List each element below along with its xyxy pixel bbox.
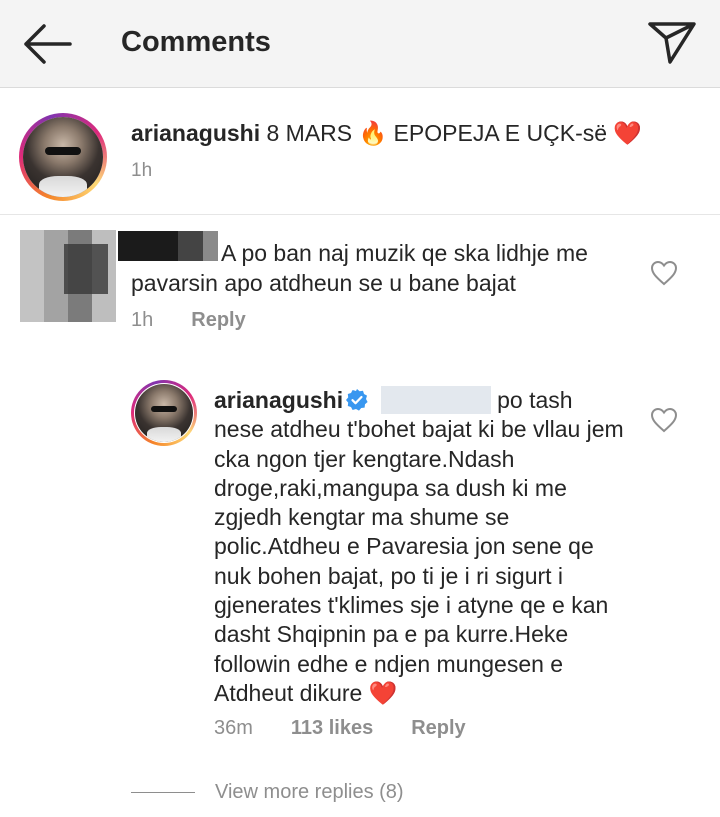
back-button[interactable] [20,20,76,68]
reply-avatar[interactable] [131,380,197,446]
reply-username[interactable]: arianagushi [214,387,343,413]
caption-timestamp: 1h [131,160,153,181]
blurred-mention[interactable] [381,386,492,414]
blurred-avatar[interactable] [20,230,116,322]
comments-screen: Comments arianagushi 8 MARS 🔥 EPOPEJA E … [0,0,720,817]
likes-count[interactable]: 113 likes [291,717,373,739]
caption-avatar[interactable] [19,113,107,201]
heart-emoji: ❤️ [613,121,643,147]
direct-message-button[interactable] [646,18,698,66]
verified-badge-icon [346,389,368,411]
view-more-replies-button[interactable]: View more replies (8) [131,781,404,804]
top-bar: Comments [0,0,720,88]
heart-emoji: ❤️ [368,680,398,707]
view-more-label: View more replies (8) [215,781,404,803]
paper-plane-icon [648,22,696,64]
reply-text: arianagushi po tash nese atdheu t'bohet b… [214,386,624,709]
comment-text: A po ban naj muzik qe ska lidhje me pava… [131,240,588,296]
arrow-left-icon [24,24,72,64]
reply-button[interactable]: Reply [411,717,465,739]
avatar-photo [23,117,103,197]
comment-meta: 1h Reply [131,309,246,332]
caption-divider [0,214,720,215]
comment-timestamp: 1h [131,309,154,331]
avatar-photo [135,384,193,442]
view-more-line [131,792,195,793]
heart-outline-icon [650,260,678,286]
reply-button[interactable]: Reply [191,309,245,331]
reply-timestamp: 36m [214,717,253,739]
like-comment-button[interactable] [650,260,678,286]
like-reply-button[interactable] [650,407,678,433]
reply-body: po tash nese atdheu t'bohet bajat ki be … [214,387,624,706]
caption-username[interactable]: arianagushi [131,120,260,146]
heart-outline-icon [650,407,678,433]
fire-emoji: 🔥 [358,121,388,147]
caption-text: arianagushi 8 MARS 🔥 EPOPEJA E UÇK-së ❤️ [131,120,643,147]
reply-meta: 36m 113 likes Reply [214,717,466,740]
page-title: Comments [121,26,271,58]
